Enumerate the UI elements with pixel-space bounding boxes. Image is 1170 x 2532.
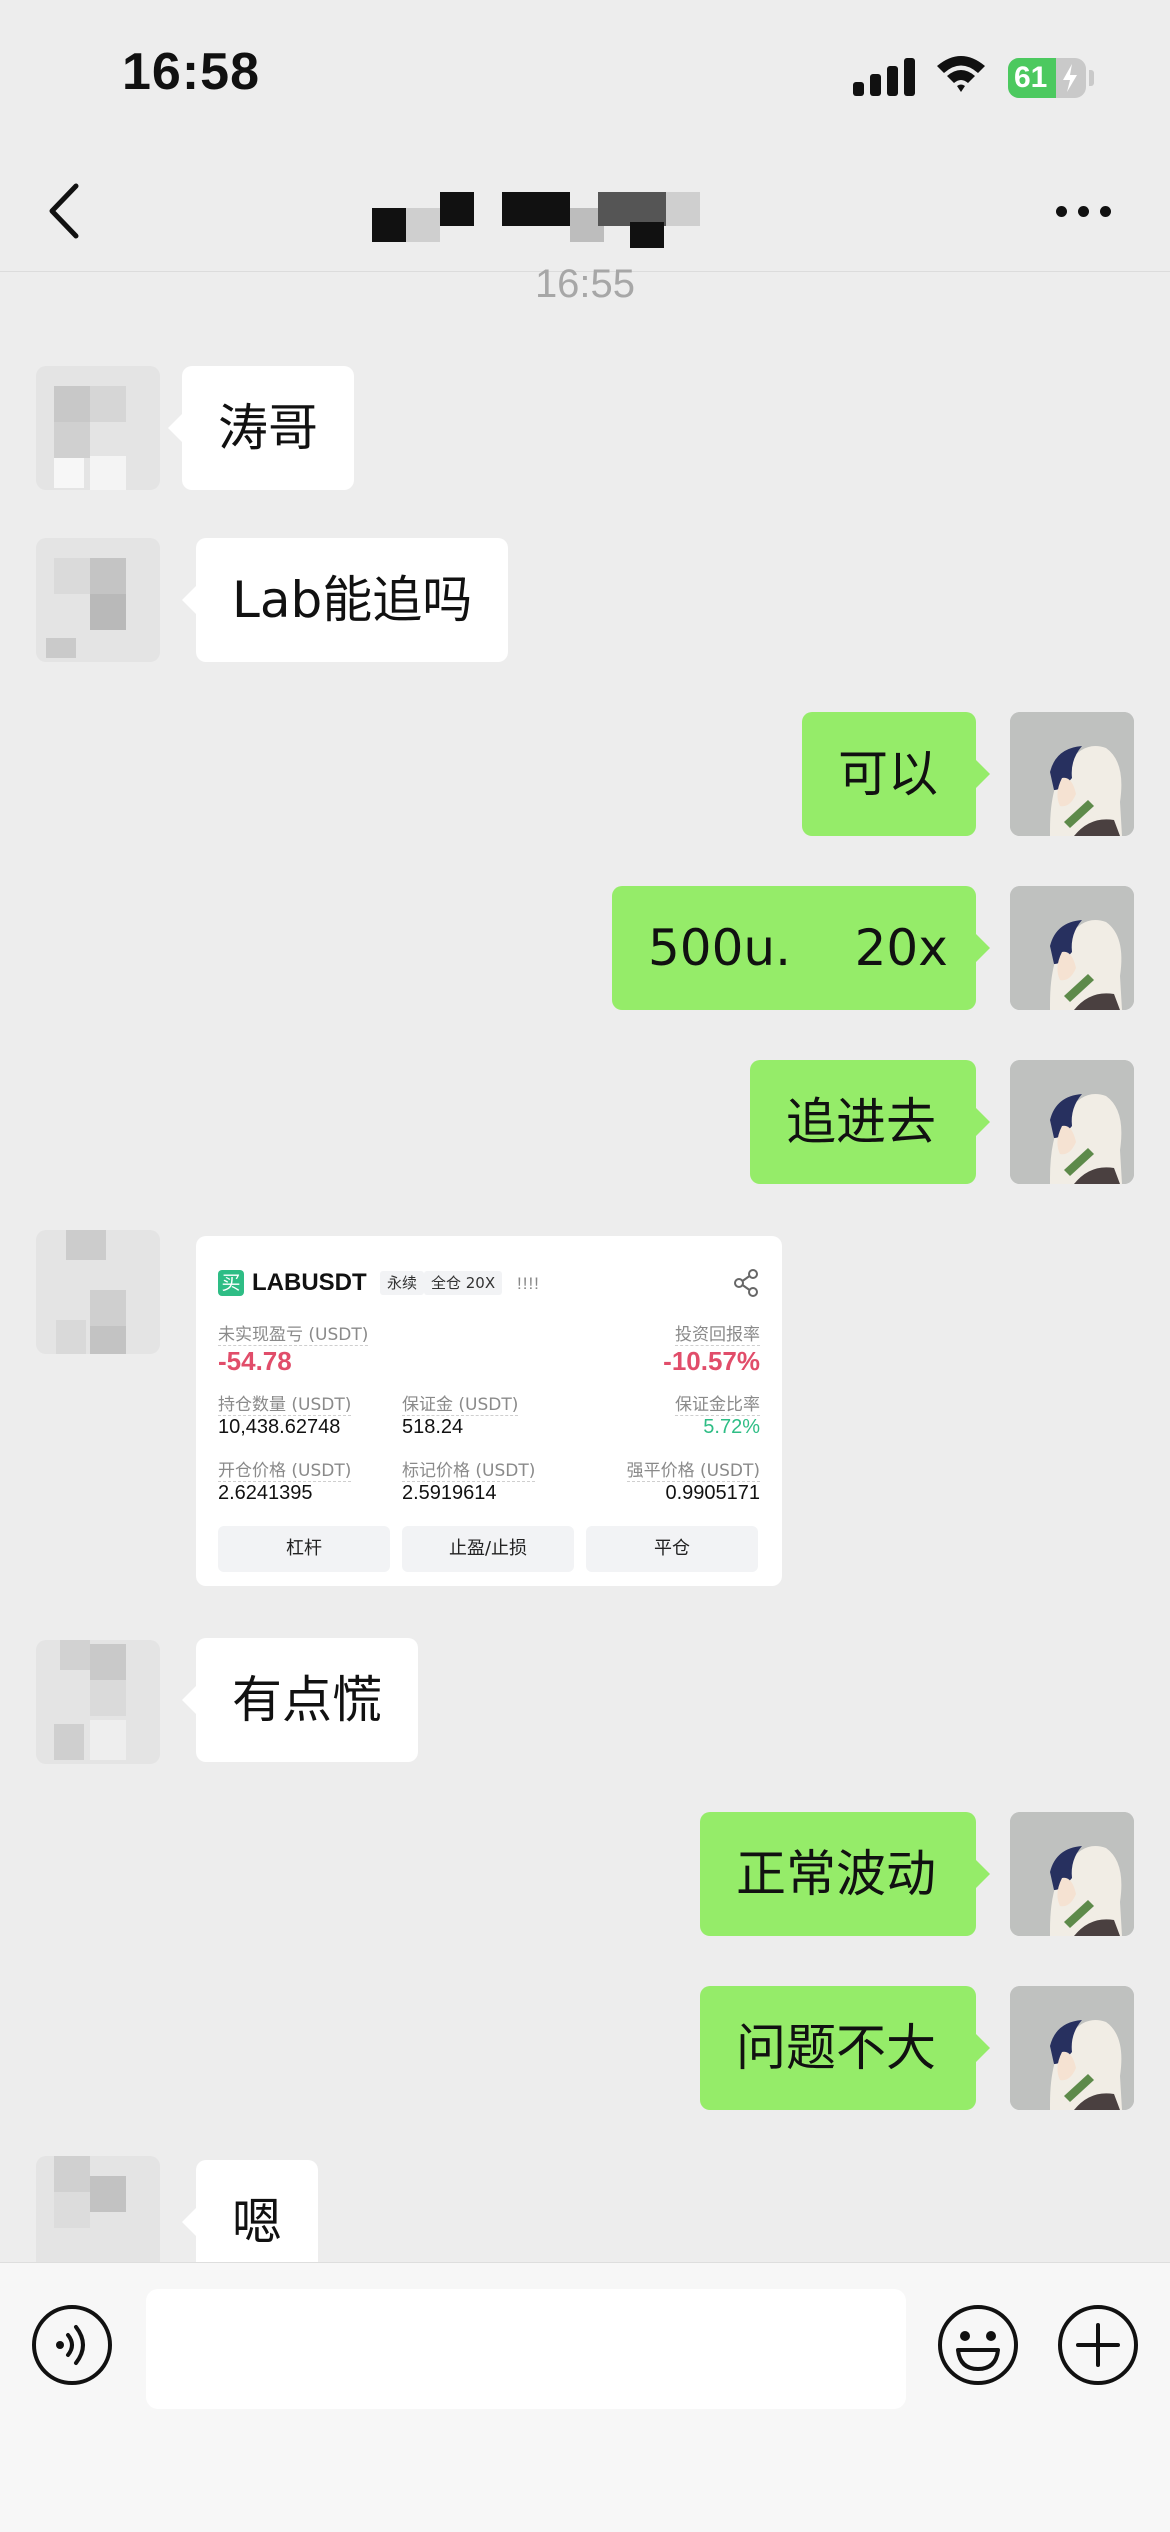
trade-card-header: 买 LABUSDT 永续 全仓 20X !!!! (218, 1266, 760, 1302)
contact-avatar[interactable] (36, 1230, 160, 1354)
entry-price-label: 开仓价格 (USDT) (218, 1456, 352, 1482)
back-arrow-icon[interactable] (38, 176, 98, 246)
message-bubble-incoming[interactable]: 有点慌 (182, 1638, 418, 1762)
position-size-value: 10,438.62748 (218, 1416, 341, 1438)
liquidation-price-value: 0.9905171 (665, 1482, 760, 1504)
margin-ratio-label: 保证金比率 (675, 1390, 760, 1416)
tag-perpetual: 永续 (380, 1271, 425, 1295)
leverage-button[interactable]: 杠杆 (218, 1526, 390, 1572)
my-avatar[interactable] (1010, 886, 1134, 1010)
unrealized-pnl-label: 未实现盈亏 (USDT) (218, 1320, 369, 1346)
trade-symbol: LABUSDT (252, 1269, 367, 1296)
mark-price-value: 2.5919614 (402, 1482, 497, 1504)
roi-value: -10.57% (663, 1346, 760, 1376)
unrealized-pnl-value: -54.78 (218, 1346, 292, 1376)
contact-avatar[interactable] (36, 1640, 160, 1764)
chat-timestamp: 16:55 (534, 262, 636, 306)
tag-margin-mode: 全仓 20X (424, 1271, 503, 1295)
position-size-label: 持仓数量 (USDT) (218, 1390, 352, 1416)
my-avatar[interactable] (1010, 1060, 1134, 1184)
message-bubble-outgoing[interactable]: 问题不大 (700, 1986, 990, 2110)
status-bar: 16:58 61 (0, 0, 1170, 150)
close-position-button[interactable]: 平仓 (586, 1526, 758, 1572)
contact-avatar[interactable] (36, 366, 160, 490)
buy-badge: 买 (218, 1270, 244, 1296)
signal-icon (853, 58, 915, 96)
margin-label: 保证金 (USDT) (402, 1390, 519, 1416)
message-bubble-incoming[interactable]: Lab能追吗 (181, 538, 509, 662)
chat-input-bar (0, 2262, 1170, 2532)
my-avatar[interactable] (1010, 1812, 1134, 1936)
battery-level: 61 (1014, 61, 1048, 94)
message-bubble-outgoing[interactable]: 500u. 20x (612, 886, 990, 1010)
message-bubble-outgoing[interactable]: 可以 (802, 712, 990, 836)
margin-value: 518.24 (402, 1416, 464, 1438)
battery-icon: 61 (1008, 58, 1086, 98)
voice-icon[interactable] (30, 2303, 114, 2387)
my-avatar[interactable] (1010, 1986, 1134, 2110)
wifi-icon (937, 56, 985, 92)
contact-avatar[interactable] (36, 538, 160, 662)
liquidation-price-label: 强平价格 (USDT) (626, 1456, 760, 1482)
emoji-icon[interactable] (936, 2303, 1020, 2387)
mark-price-label: 标记价格 (USDT) (402, 1456, 536, 1482)
status-time: 16:58 (122, 43, 260, 101)
trade-position-card[interactable]: 买 LABUSDT 永续 全仓 20X !!!! 未实现盈亏 (USDT) -5… (196, 1236, 782, 1586)
entry-price-value: 2.6241395 (218, 1482, 313, 1504)
message-bubble-outgoing[interactable]: 追进去 (750, 1060, 990, 1184)
plus-icon[interactable] (1056, 2303, 1140, 2387)
message-input[interactable] (146, 2289, 906, 2409)
my-avatar[interactable] (1010, 712, 1134, 836)
message-bubble-outgoing[interactable]: 正常波动 (700, 1812, 990, 1936)
roi-label: 投资回报率 (675, 1320, 760, 1346)
chat-header (0, 150, 1170, 272)
message-bubble-incoming[interactable]: 涛哥 (168, 366, 354, 490)
margin-ratio-value: 5.72% (703, 1416, 760, 1438)
contact-name-redacted (372, 172, 732, 252)
share-icon[interactable] (732, 1268, 760, 1298)
tp-sl-button[interactable]: 止盈/止损 (402, 1526, 574, 1572)
more-icon[interactable] (1052, 190, 1116, 230)
bars-indicator: !!!! (517, 1274, 540, 1293)
